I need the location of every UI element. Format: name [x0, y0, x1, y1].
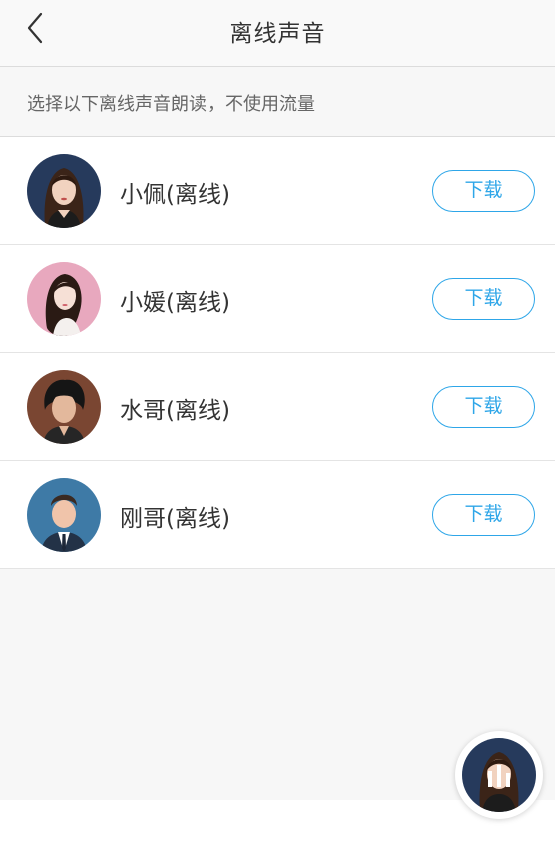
- voice-item-shuige: 水哥(离线) 下载: [0, 353, 555, 461]
- top-bar: 离线声音: [0, 0, 555, 67]
- avatar-gangge: [27, 478, 101, 552]
- voice-name: 刚哥(离线): [120, 506, 230, 532]
- voice-item-xiaopei: 小佩(离线) 下载: [0, 137, 555, 245]
- sound-wave-icon: [488, 765, 510, 787]
- voice-item-gangge: 刚哥(离线) 下载: [0, 461, 555, 569]
- voice-item-xiaoyuan: 小媛(离线) 下载: [0, 245, 555, 353]
- floating-player-button[interactable]: [455, 731, 543, 819]
- voice-list: 小佩(离线) 下载 小媛(离线) 下载 水哥(离线) 下载 刚哥(离线) 下载: [0, 137, 555, 569]
- download-button[interactable]: 下载: [432, 494, 535, 536]
- download-button[interactable]: 下载: [432, 386, 535, 428]
- offline-voice-page: 离线声音 选择以下离线声音朗读，不使用流量 小佩(离线) 下载 小媛(离线) 下…: [0, 0, 555, 844]
- page-title: 离线声音: [229, 21, 326, 47]
- download-button[interactable]: 下载: [432, 278, 535, 320]
- hint-bar: 选择以下离线声音朗读，不使用流量: [0, 67, 555, 137]
- avatar-shuige: [27, 370, 101, 444]
- voice-name: 水哥(离线): [120, 398, 230, 424]
- voice-name: 小媛(离线): [120, 290, 230, 316]
- download-button[interactable]: 下载: [432, 170, 535, 212]
- avatar-xiaopei: [27, 154, 101, 228]
- voice-name: 小佩(离线): [120, 182, 230, 208]
- avatar-xiaoyuan: [27, 262, 101, 336]
- hint-text: 选择以下离线声音朗读，不使用流量: [27, 94, 315, 115]
